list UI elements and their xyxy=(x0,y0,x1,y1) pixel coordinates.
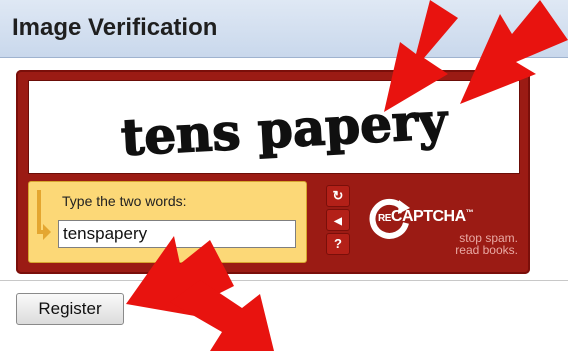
recaptcha-tagline: stop spam. read books. xyxy=(455,231,518,257)
annotation-arrow-icon xyxy=(460,0,568,104)
recaptcha-logo: RECAPTCHA™ stop spam. read books. xyxy=(366,186,518,264)
reload-icon[interactable]: ↻ xyxy=(326,185,350,207)
audio-icon[interactable]: ◀ xyxy=(326,209,350,231)
recaptcha-brand: RECAPTCHA™ xyxy=(378,208,474,225)
captcha-prompt-label: Type the two words: xyxy=(62,193,187,209)
input-pointer-icon xyxy=(37,190,51,240)
help-icon[interactable]: ? xyxy=(326,233,350,255)
section-title: Image Verification xyxy=(12,14,218,41)
annotation-arrow-icon xyxy=(170,280,274,351)
register-button[interactable]: Register xyxy=(16,293,124,325)
